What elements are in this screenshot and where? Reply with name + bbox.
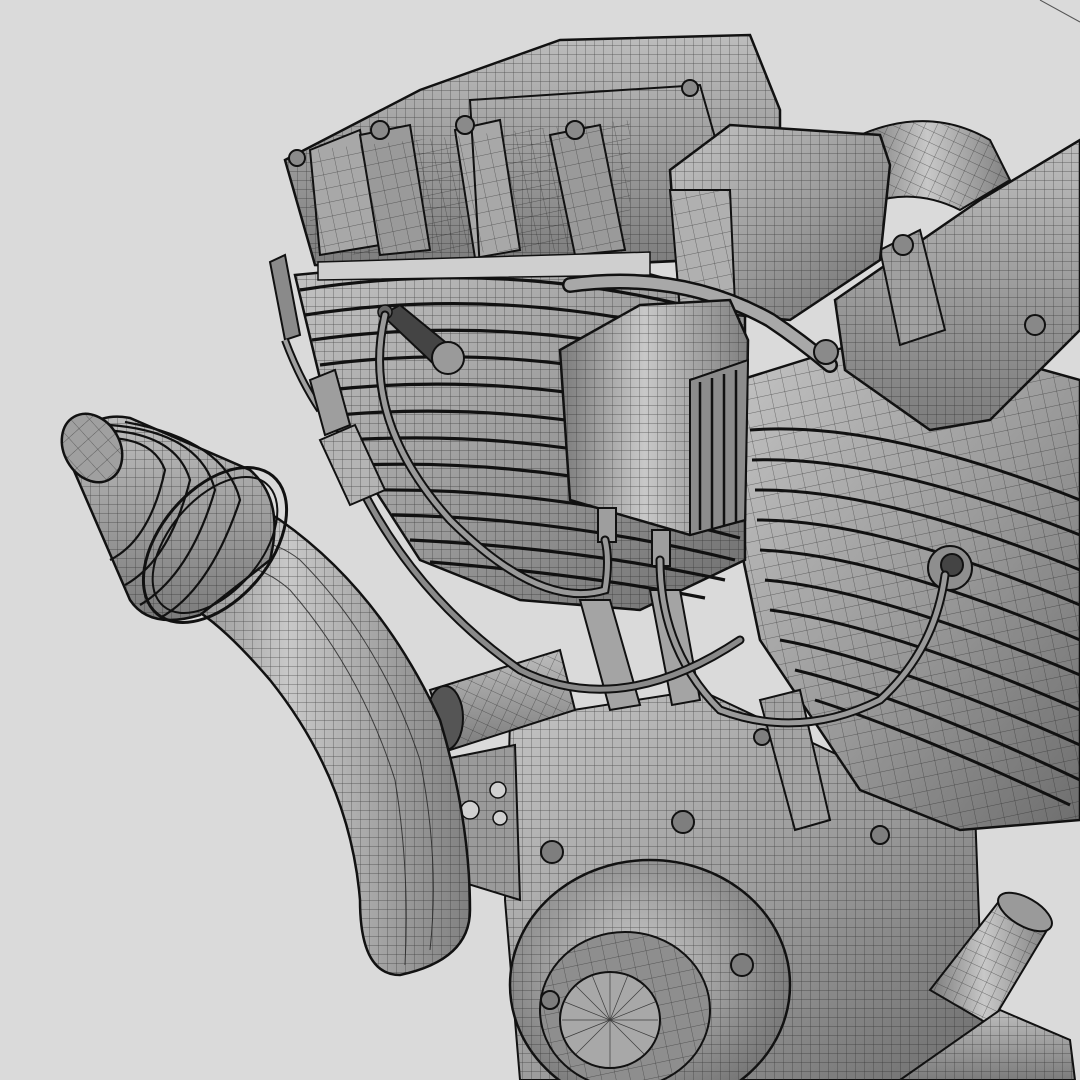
render-viewport <box>0 0 1080 1080</box>
spark-plug-rear <box>927 545 973 591</box>
reference-line <box>1039 0 1080 23</box>
engine-wireframe-render <box>60 0 1080 1080</box>
